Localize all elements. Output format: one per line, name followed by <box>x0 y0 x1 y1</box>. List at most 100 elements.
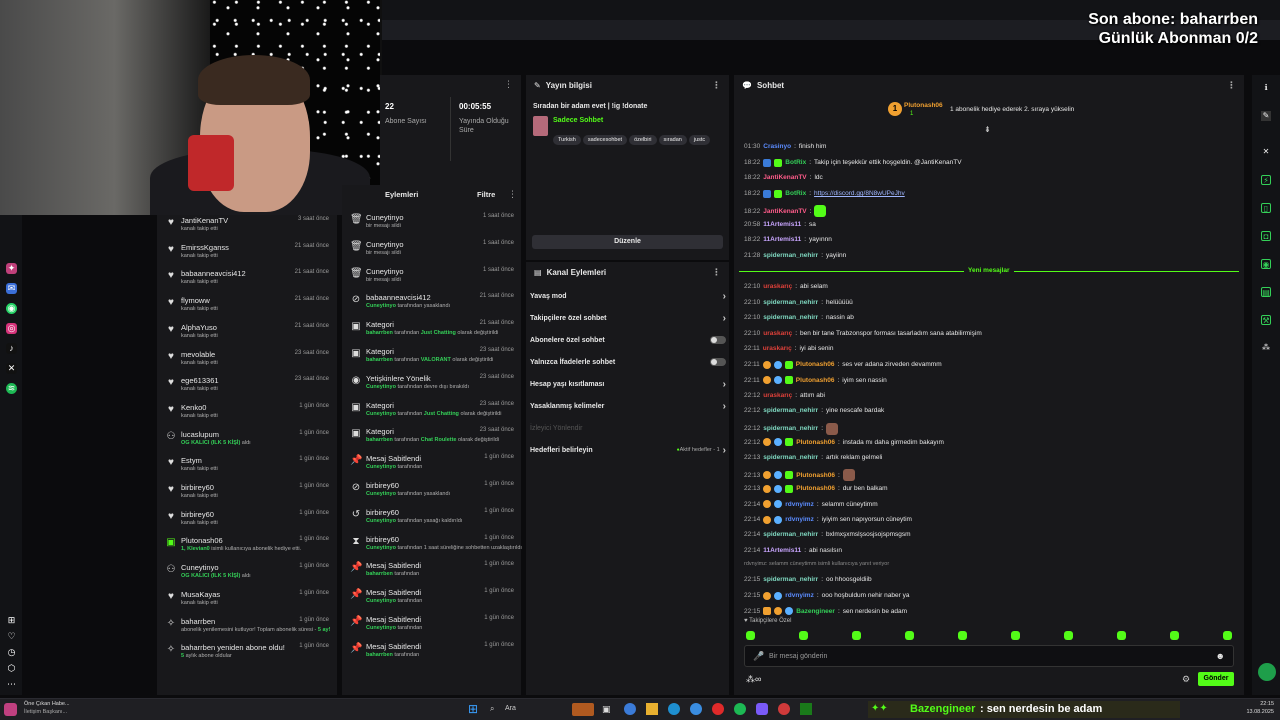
chat-message[interactable]: 18:22 11Artemis11: yayınnn <box>744 236 832 243</box>
chat-message[interactable]: 22:15 Bazengineer: sen nerdesin be adam <box>744 607 907 615</box>
apps-icon[interactable]: ⊞ <box>6 615 17 626</box>
wrench-icon[interactable]: ⚒ <box>1261 315 1271 325</box>
mod-action-item[interactable]: 📌 Mesaj Sabitlendi Cuneytinyo tarafından 1 … <box>342 587 520 614</box>
mod-action-item[interactable]: 📌 Mesaj Sabitlendi baharrben tarafından 1 g… <box>342 641 520 668</box>
chat-username[interactable]: spiderman_nehirr <box>763 252 818 259</box>
activity-name[interactable]: Kenko0 <box>181 403 206 412</box>
list-icon[interactable]: ▤ <box>1261 287 1271 297</box>
mod-action-item[interactable]: ◉ Yetişkinlere Yönelik Cuneytinyo tarafınd… <box>342 373 520 400</box>
kick-task-icon[interactable] <box>800 703 812 715</box>
chat-username[interactable]: Plutonash06 <box>796 377 835 384</box>
tag[interactable]: justc <box>688 135 711 145</box>
broadcast-icon[interactable]: ◉ <box>1261 259 1271 269</box>
stream-category[interactable]: Sadece Sohbet <box>553 117 603 124</box>
chat-username[interactable]: Crasinyo <box>763 143 791 150</box>
channel-action-item[interactable]: Takipçilere özel sohbet › <box>530 307 726 329</box>
chevron-right-icon[interactable]: › <box>723 291 726 302</box>
phone-icon[interactable]: ▯ <box>1261 203 1271 213</box>
target-icon[interactable]: ✕ <box>1261 147 1271 157</box>
mod-actor[interactable]: Cuneytinyo <box>366 384 396 390</box>
activity-item[interactable]: ♥ EmirssKganss kanalı takip etti 21 saat ön… <box>157 242 335 269</box>
chat-message[interactable]: 18:22 BotRix: Takip için teşekkür ettik ho… <box>744 158 962 167</box>
activity-name[interactable]: mevolable <box>181 350 215 359</box>
activity-name[interactable]: Plutonash06 <box>181 536 223 545</box>
app-icon[interactable]: ✦ <box>6 263 17 274</box>
activity-item[interactable]: ♥ ege613361 kanalı takip etti 23 saat önce <box>157 375 335 402</box>
mod-actor[interactable]: baharrben <box>366 357 393 363</box>
chat-message[interactable]: 22:13 Plutonash06: dur ben balkam <box>744 484 888 493</box>
chat-message[interactable]: 22:10 spiderman_nehirr: nassin ab <box>744 314 854 321</box>
chat-help-icon[interactable] <box>1258 663 1276 681</box>
activity-item[interactable]: ♥ mevolable kanalı takip etti 23 saat önce <box>157 349 335 376</box>
box-icon[interactable]: ⬡ <box>6 663 17 674</box>
activity-name[interactable]: AlphaYuso <box>181 323 217 332</box>
toggle-switch[interactable] <box>710 358 726 366</box>
activity-name[interactable]: babaanneavcisi412 <box>181 269 246 278</box>
activity-item[interactable]: ✧ baharrben abonelik yenilemesini kutluyor… <box>157 616 335 643</box>
taskview-icon[interactable]: ▣ <box>602 704 611 715</box>
emoji-icon[interactable]: ☻ <box>1216 651 1225 661</box>
chat-message[interactable]: 22:11 Plutonash06: ses ver adana zirveden … <box>744 360 942 369</box>
heart-icon[interactable]: ♡ <box>6 631 17 642</box>
chat-username[interactable]: spiderman_nehirr <box>763 425 818 432</box>
chat-message[interactable]: 20:58 11Artemis11: sa <box>744 221 816 228</box>
chat-username[interactable]: BotRix <box>785 159 806 166</box>
chat-username[interactable]: rdvnyimz <box>785 516 814 523</box>
activity-item[interactable]: ▣ Plutonash06 1, Klevian0 isimli kullanıcı… <box>157 535 335 562</box>
chat-username[interactable]: Plutonash06 <box>796 439 835 446</box>
activity-item[interactable]: ♥ Estym kanalı takip etti 1 gün önce <box>157 455 335 482</box>
mod-actor[interactable]: Cuneytinyo <box>366 491 396 497</box>
chat-message[interactable]: 22:12 spiderman_nehirr: yine nescafe barda… <box>744 407 884 414</box>
chrome-icon[interactable] <box>690 703 702 715</box>
chat-message[interactable]: 22:10 spiderman_nehirr: helüüüüü <box>744 299 853 306</box>
chat-message[interactable]: 22:14 11Artemis11: abi nasılsın <box>744 547 842 554</box>
chat-message[interactable]: 22:12 spiderman_nehirr: <box>744 422 839 435</box>
chat-username[interactable]: rdvnyimz <box>785 592 814 599</box>
pinned-user[interactable]: Plutonash06 <box>904 102 943 109</box>
mod-actor[interactable]: Cuneytinyo <box>366 625 396 631</box>
activity-name[interactable]: flymoww <box>181 296 210 305</box>
channel-action-item[interactable]: Yasaklanmış kelimeler › <box>530 395 726 417</box>
emote-icon[interactable] <box>1117 631 1126 640</box>
chat-username[interactable]: BotRix <box>785 190 806 197</box>
edge-icon[interactable] <box>668 703 680 715</box>
chat-message[interactable]: 22:14 rdvnyimz: iyiyim sen napıyorsun cüne… <box>744 515 912 524</box>
mod-action-item[interactable]: ↺ birbirey60 Cuneytinyo tarafından yasağı … <box>342 507 520 534</box>
chat-message[interactable]: 22:10 uraskarıç: ben bir tane Trabzonspor … <box>744 330 982 337</box>
chat-username[interactable]: JantiKenanTV <box>763 174 806 181</box>
mod-action-item[interactable]: ⊘ babaanneavcisi412 Cuneytinyo tarafından … <box>342 292 520 319</box>
widget-icon[interactable] <box>572 703 594 716</box>
emote-icon[interactable] <box>905 631 914 640</box>
activity-name[interactable]: baharrben yeniden abone oldu! <box>181 643 285 652</box>
opera-icon[interactable] <box>712 703 724 715</box>
mod-actor[interactable]: Cuneytinyo <box>366 303 396 309</box>
chat-username[interactable]: spiderman_nehirr <box>763 407 818 414</box>
chevron-right-icon[interactable]: › <box>723 379 726 390</box>
chat-input-box[interactable]: 🎤 Bir mesaj gönderin ☻ <box>744 645 1234 667</box>
activity-name[interactable]: Cuneytinyo <box>181 563 219 572</box>
stats-menu-icon[interactable]: ⋮ <box>504 79 513 90</box>
chat-username[interactable]: Plutonash06 <box>796 485 835 492</box>
chat-message[interactable]: 22:14 rdvnyimz: selamm cüneytimm <box>744 500 878 508</box>
mod-actor[interactable]: baharrben <box>366 652 393 658</box>
activity-item[interactable]: ♥ AlphaYuso kanalı takip etti 21 saat önce <box>157 322 335 349</box>
tag[interactable]: Turkish <box>553 135 581 145</box>
chat-username[interactable]: uraskarıç <box>763 283 792 290</box>
mic-icon[interactable]: 🎤 <box>753 651 764 662</box>
chat-username[interactable]: Plutonash06 <box>796 361 835 368</box>
lightning-icon[interactable]: ⚡ <box>1261 175 1271 185</box>
edit-icon[interactable]: ✎ <box>1261 111 1271 121</box>
chevron-right-icon[interactable]: › <box>723 401 726 412</box>
chat-message[interactable]: 22:12 uraskarıç: attım abi <box>744 392 825 399</box>
news-title[interactable]: Öne Çıkan Habe... <box>24 701 70 707</box>
channel-action-item[interactable]: Abonelere özel sohbet <box>530 329 726 351</box>
mod-action-item[interactable]: ⊘ birbirey60 Cuneytinyo tarafından yasakla… <box>342 480 520 507</box>
activity-name[interactable]: birbirey60 <box>181 483 214 492</box>
activity-name[interactable]: Estym <box>181 456 202 465</box>
settings-icon[interactable]: ⚙ <box>1182 674 1190 685</box>
mod-action-item[interactable]: 🗑 Cuneytinyo bir mesajı sildi 1 saat önce <box>342 212 520 239</box>
spotify-task-icon[interactable] <box>734 703 746 715</box>
chat-username[interactable]: 11Artemis11 <box>763 221 801 228</box>
mod-actor[interactable]: baharrben <box>366 330 393 336</box>
emote-icon[interactable] <box>958 631 967 640</box>
